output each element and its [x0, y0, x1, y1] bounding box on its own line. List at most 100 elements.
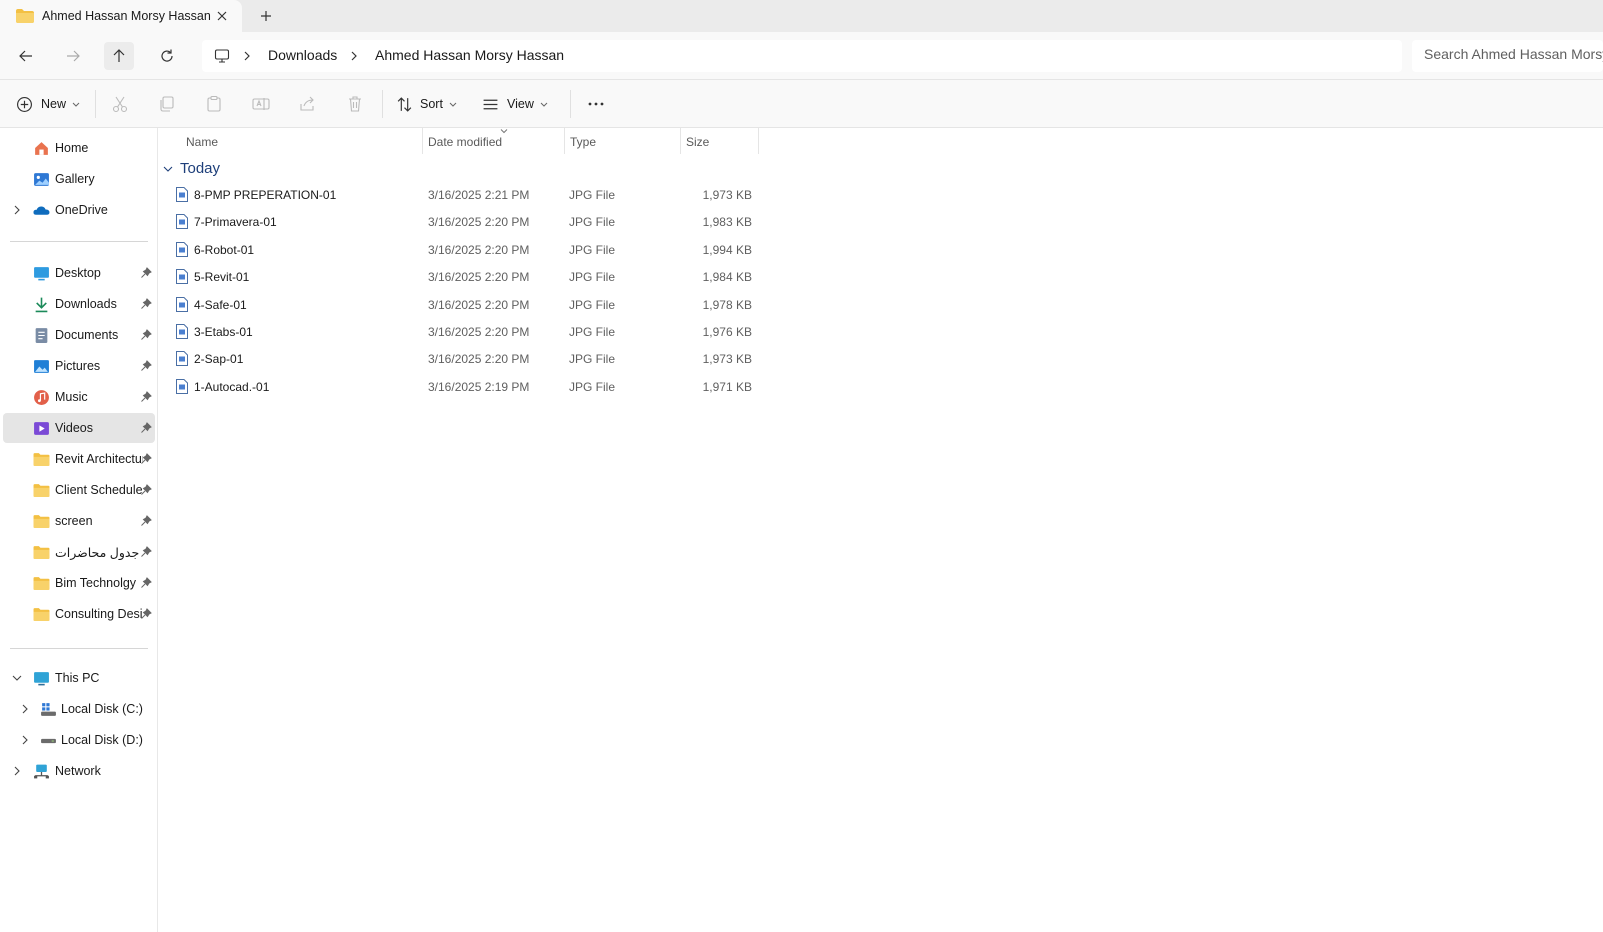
arrow-right-icon	[67, 50, 80, 62]
file-name: 1-Autocad.-01	[194, 379, 270, 394]
file-date: 3/16/2025 2:20 PM	[428, 242, 530, 257]
pin-icon[interactable]	[140, 360, 152, 372]
search-input[interactable]	[1424, 46, 1603, 62]
column-header-size[interactable]: Size	[680, 133, 758, 155]
sidebar-item-music[interactable]: Music	[3, 382, 155, 412]
chevron-right-icon[interactable]	[19, 734, 31, 746]
table-row[interactable]: 5-Revit-01 3/16/2025 2:20 PM JPG File 1,984…	[170, 264, 770, 290]
sort-button[interactable]: Sort	[396, 90, 466, 118]
plus-icon[interactable]	[258, 8, 274, 24]
pin-icon[interactable]	[140, 453, 152, 465]
new-button[interactable]: New	[16, 90, 82, 118]
file-size: 1,984 KB	[702, 270, 752, 285]
file-date: 3/16/2025 2:19 PM	[428, 379, 530, 394]
table-row[interactable]: 6-Robot-01 3/16/2025 2:20 PM JPG File 1,994…	[170, 237, 770, 263]
up-button[interactable]	[104, 42, 134, 70]
sidebar-item-pictures[interactable]: Pictures	[3, 351, 155, 381]
breadcrumb[interactable]: Downloads Ahmed Hassan Morsy Hassan	[202, 40, 1402, 72]
column-header-type[interactable]: Type	[564, 133, 680, 155]
sidebar-item-desktop[interactable]: Desktop	[3, 258, 155, 288]
close-icon[interactable]	[214, 8, 230, 24]
image-file-icon	[176, 351, 188, 367]
file-date: 3/16/2025 2:20 PM	[428, 297, 530, 312]
table-row[interactable]: 4-Safe-01 3/16/2025 2:20 PM JPG File 1,978 …	[170, 292, 770, 318]
forward-button[interactable]	[58, 42, 88, 70]
table-row[interactable]: 3-Etabs-01 3/16/2025 2:20 PM JPG File 1,976…	[170, 319, 770, 345]
chevron-right-icon[interactable]	[19, 703, 31, 715]
copy-icon[interactable]	[157, 94, 177, 114]
tab-current[interactable]: Ahmed Hassan Morsy Hassan	[0, 0, 242, 32]
sidebar-item-label: Bim Technolgy	[55, 576, 137, 590]
sidebar-item-home[interactable]: Home	[3, 133, 155, 163]
delete-icon[interactable]	[345, 94, 365, 114]
sidebar-item-local-disk-c[interactable]: Local Disk (C:)	[3, 694, 155, 724]
pin-icon[interactable]	[140, 484, 152, 496]
pin-icon[interactable]	[140, 422, 152, 434]
cloud-icon	[33, 206, 50, 215]
breadcrumb-item-current[interactable]: Ahmed Hassan Morsy Hassan	[375, 47, 564, 63]
breadcrumb-item-downloads[interactable]: Downloads	[268, 47, 337, 63]
sidebar-item-downloads[interactable]: Downloads	[3, 289, 155, 319]
sidebar-item-lecture-schedule[interactable]: جدول محاضرات	[3, 537, 155, 567]
rename-icon[interactable]	[251, 94, 271, 114]
sidebar-item-onedrive[interactable]: OneDrive	[3, 195, 155, 225]
chevron-right-icon[interactable]	[11, 204, 23, 216]
table-row[interactable]: 8-PMP PREPERATION-01 3/16/2025 2:21 PM JPG…	[170, 182, 770, 208]
arrow-left-icon	[19, 50, 32, 62]
sidebar-item-client-schedules[interactable]: Client Schedules	[3, 475, 155, 505]
sidebar-item-local-disk-d[interactable]: Local Disk (D:)	[3, 725, 155, 755]
address-bar: Downloads Ahmed Hassan Morsy Hassan	[0, 32, 1603, 80]
table-row[interactable]: 7-Primavera-01 3/16/2025 2:20 PM JPG File 1…	[170, 209, 770, 235]
music-icon	[34, 390, 49, 405]
sidebar-item-label: جدول محاضرات	[55, 546, 140, 560]
new-button-label: New	[41, 97, 67, 111]
file-size: 1,983 KB	[702, 215, 752, 230]
sidebar-item-network[interactable]: Network	[3, 756, 155, 786]
pin-icon[interactable]	[140, 298, 152, 310]
chevron-down-icon[interactable]	[11, 672, 23, 684]
table-row[interactable]: 1-Autocad.-01 3/16/2025 2:19 PM JPG File 1,…	[170, 374, 770, 400]
sidebar-item-gallery[interactable]: Gallery	[3, 164, 155, 194]
sidebar-item-documents[interactable]: Documents	[3, 320, 155, 350]
sidebar-item-revit-architecture[interactable]: Revit Architecture	[3, 444, 155, 474]
paste-icon[interactable]	[204, 94, 224, 114]
file-type: JPG File	[569, 379, 616, 394]
pin-icon[interactable]	[140, 267, 152, 279]
folder-icon	[33, 484, 50, 497]
folder-icon	[33, 608, 50, 621]
pin-icon[interactable]	[140, 546, 152, 558]
back-button[interactable]	[11, 42, 41, 70]
sidebar-item-videos[interactable]: Videos	[3, 413, 155, 443]
pin-icon[interactable]	[140, 608, 152, 620]
gallery-icon	[34, 173, 49, 186]
sidebar-item-label: Client Schedules	[55, 483, 143, 497]
refresh-button[interactable]	[152, 42, 182, 70]
chevron-down-icon[interactable]	[162, 163, 174, 175]
cut-icon[interactable]	[110, 94, 130, 114]
pin-icon[interactable]	[140, 329, 152, 341]
column-header-date-modified[interactable]: Date modified	[422, 133, 564, 155]
search-box[interactable]	[1412, 40, 1603, 72]
chevron-right-icon[interactable]	[240, 49, 254, 63]
column-header-name[interactable]: Name	[180, 133, 420, 155]
chevron-right-icon[interactable]	[11, 765, 23, 777]
folder-icon	[33, 453, 50, 466]
pin-icon[interactable]	[140, 577, 152, 589]
sidebar-item-label: screen	[55, 514, 93, 528]
sidebar-item-screen[interactable]: screen	[3, 506, 155, 536]
image-file-icon	[176, 187, 188, 202]
pin-icon[interactable]	[140, 391, 152, 403]
image-file-icon	[176, 296, 188, 312]
monitor-icon[interactable]	[214, 48, 230, 64]
sidebar-item-label: Revit Architecture	[55, 452, 143, 466]
view-button[interactable]: View	[482, 90, 558, 118]
more-options-icon[interactable]	[586, 94, 606, 114]
file-name: 8-PMP PREPERATION-01	[194, 188, 337, 202]
share-icon[interactable]	[298, 94, 318, 114]
sidebar-item-consulting-design[interactable]: Consulting Design	[3, 599, 155, 629]
table-row[interactable]: 2-Sap-01 3/16/2025 2:20 PM JPG File 1,973 K…	[170, 346, 770, 372]
sidebar-item-this-pc[interactable]: This PC	[3, 663, 155, 693]
sidebar-item-bim-technology[interactable]: Bim Technolgy	[3, 568, 155, 598]
pin-icon[interactable]	[140, 515, 152, 527]
chevron-right-icon[interactable]	[347, 49, 361, 63]
